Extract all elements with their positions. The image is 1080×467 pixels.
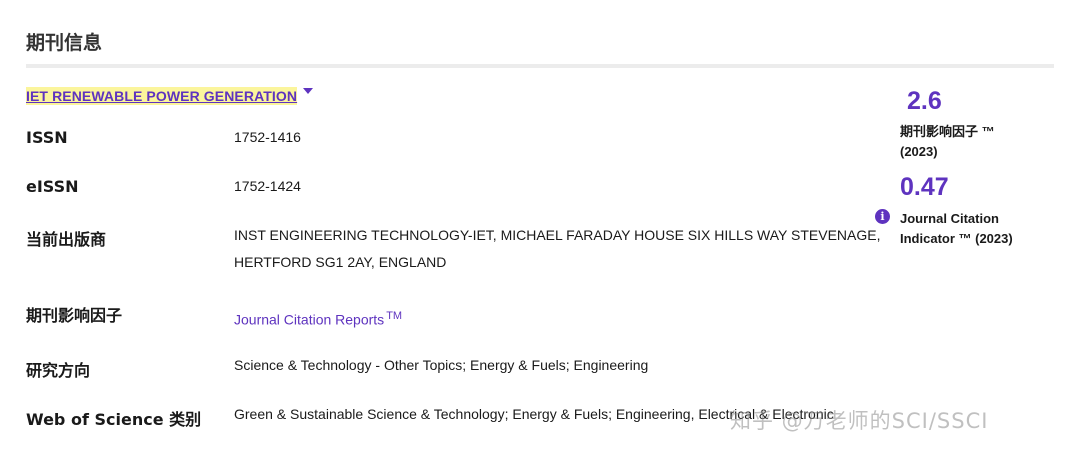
impact-factor-caption-line1: 期刊影响因子 ™ <box>900 124 995 139</box>
section-title: 期刊信息 <box>26 32 103 54</box>
trademark-mark: TM <box>386 310 403 322</box>
research-area-value: Science & Technology - Other Topics; Ene… <box>234 357 649 373</box>
publisher-value-line1: INST ENGINEERING TECHNOLOGY-IET, MICHAEL… <box>234 227 881 243</box>
publisher-value-line2: HERTFORD SG1 2AY, ENGLAND <box>234 254 447 270</box>
section-divider <box>26 64 1054 68</box>
issn-label: ISSN <box>26 128 68 147</box>
publisher-value: INST ENGINEERING TECHNOLOGY-IET, MICHAEL… <box>234 222 881 276</box>
info-icon[interactable]: i <box>875 209 890 224</box>
eissn-label: eISSN <box>26 177 79 196</box>
jci-caption: Journal Citation Indicator ™ (2023) <box>900 209 1013 249</box>
chevron-down-icon[interactable] <box>303 88 314 94</box>
impact-factor-caption: 期刊影响因子 ™ (2023) <box>900 122 995 162</box>
jci-caption-line2: Indicator ™ (2023) <box>900 231 1013 246</box>
impact-factor-label: 期刊影响因子 <box>26 306 123 325</box>
journal-title-group: IET RENEWABLE POWER GENERATION <box>26 87 314 105</box>
impact-factor-value: 2.6 <box>907 87 942 115</box>
journal-title-link[interactable]: IET RENEWABLE POWER GENERATION <box>26 87 298 105</box>
publisher-label: 当前出版商 <box>26 230 107 249</box>
impact-factor-caption-line2: (2023) <box>900 144 938 159</box>
research-area-label: 研究方向 <box>26 361 91 380</box>
eissn-value: 1752-1424 <box>234 178 301 194</box>
wos-category-label: Web of Science 类别 <box>26 410 202 429</box>
watermark: 知乎 @万老师的SCI/SSCI <box>730 409 989 433</box>
issn-value: 1752-1416 <box>234 129 301 145</box>
jci-caption-line1: Journal Citation <box>900 211 999 226</box>
jcr-link[interactable]: Journal Citation Reports TM <box>234 303 402 334</box>
jci-value: 0.47 <box>900 173 949 201</box>
jcr-link-text[interactable]: Journal Citation Reports <box>234 312 384 328</box>
